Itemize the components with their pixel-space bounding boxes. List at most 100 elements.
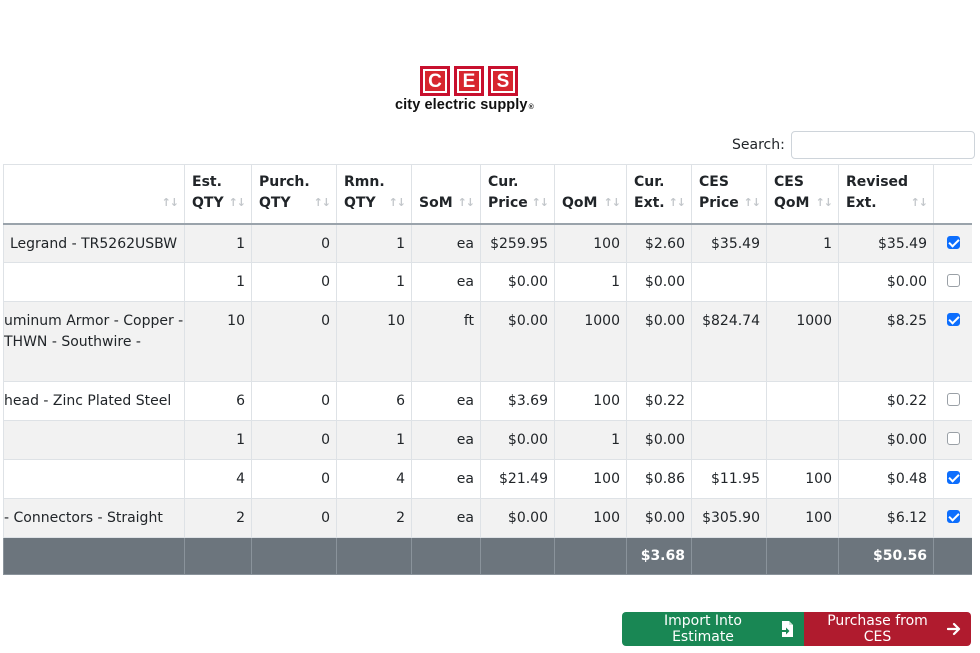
- cell-revised-ext: $6.12: [838, 498, 934, 538]
- cell-ces-qom: 100: [766, 459, 839, 499]
- row-checkbox[interactable]: [946, 235, 960, 249]
- col-header-ces-qom[interactable]: CES QoM ↑↓: [766, 164, 839, 225]
- cell-est-qty: 1: [184, 420, 252, 460]
- cell-cur-price: $21.49: [480, 459, 555, 499]
- col-header-qom[interactable]: QoM ↑↓: [554, 164, 627, 225]
- row-checkbox[interactable]: [946, 313, 960, 326]
- cell-ces-price: $11.95: [691, 459, 767, 499]
- col-header-revised-ext[interactable]: Revised Ext. ↑↓: [838, 164, 934, 225]
- cell-ces-qom: 1: [766, 223, 839, 263]
- cell-cur-ext: $0.22: [626, 381, 692, 421]
- cell-purch-qty: 0: [251, 381, 337, 421]
- cell-description: [3, 262, 185, 302]
- sort-icon[interactable]: ↑↓: [911, 192, 928, 213]
- purchase-button-label: Purchase from CES: [827, 613, 928, 645]
- cell-est-qty: 10: [184, 301, 252, 382]
- estimate-table-container: ↑↓ Est. QTY ↑↓ Purch. QTY ↑↓ Rmn. QTY ↑↓ SoM ↑↓…: [3, 164, 972, 575]
- col-header-description[interactable]: ↑↓: [3, 164, 185, 225]
- row-checkbox[interactable]: [946, 471, 960, 484]
- logo-letter-box: S: [488, 66, 518, 96]
- cell-est-qty: 4: [184, 459, 252, 499]
- col-header-rmn-qty[interactable]: Rmn. QTY ↑↓: [336, 164, 412, 225]
- cell-rmn-qty: 1: [336, 223, 412, 263]
- sort-icon[interactable]: ↑↓: [669, 192, 686, 213]
- cell-est-qty: 1: [184, 262, 252, 302]
- table-row: 1 0 1 ea $0.00 1 $0.00 $0.00: [3, 420, 972, 460]
- cell-select: [933, 498, 972, 538]
- cell-ces-price: [691, 381, 767, 421]
- cell-ces-price: $305.90: [691, 498, 767, 538]
- cell-qom: 1: [554, 420, 627, 460]
- col-header-purch-qty[interactable]: Purch. QTY ↑↓: [251, 164, 337, 225]
- total-cur-ext: $3.68: [626, 537, 692, 575]
- col-header-select: [933, 164, 972, 225]
- cell-cur-ext: $0.00: [626, 301, 692, 382]
- cell-select: [933, 262, 972, 302]
- col-header-cur-ext[interactable]: Cur. Ext. ↑↓: [626, 164, 692, 225]
- table-row: uminum Armor - Copper - THWN - Southwire…: [3, 301, 972, 382]
- cell-qom: 100: [554, 498, 627, 538]
- cell-ces-qom: 100: [766, 498, 839, 538]
- row-checkbox[interactable]: [946, 432, 960, 445]
- row-checkbox[interactable]: [946, 510, 960, 523]
- table-row: 4 0 4 ea $21.49 100 $0.86 $11.95 100 $0.…: [3, 459, 972, 499]
- cell-som: ft: [411, 301, 481, 382]
- import-button-label: Import Into Estimate: [664, 613, 742, 645]
- table-row: head - Zinc Plated Steel 6 0 6 ea $3.69 …: [3, 381, 972, 421]
- col-header-est-qty[interactable]: Est. QTY ↑↓: [184, 164, 252, 225]
- estimate-table: ↑↓ Est. QTY ↑↓ Purch. QTY ↑↓ Rmn. QTY ↑↓ SoM ↑↓…: [3, 164, 972, 575]
- cell-description: uminum Armor - Copper - THWN - Southwire…: [3, 301, 185, 382]
- cell-cur-price: $0.00: [480, 498, 555, 538]
- table-row: - Connectors - Straight 2 0 2 ea $0.00 1…: [3, 498, 972, 538]
- cell-description: head - Zinc Plated Steel: [3, 381, 185, 421]
- cell-ces-qom: [766, 381, 839, 421]
- sort-icon[interactable]: ↑↓: [162, 192, 179, 213]
- sort-icon[interactable]: ↑↓: [532, 192, 549, 213]
- cell-cur-ext: $2.60: [626, 223, 692, 263]
- logo-tagline: city electric supply®: [395, 97, 534, 113]
- sort-icon[interactable]: ↑↓: [229, 192, 246, 213]
- purchase-from-ces-button[interactable]: Purchase from CES: [804, 612, 971, 646]
- cell-revised-ext: $0.00: [838, 420, 934, 460]
- sort-icon[interactable]: ↑↓: [816, 192, 833, 213]
- row-checkbox[interactable]: [946, 393, 960, 406]
- cell-est-qty: 6: [184, 381, 252, 421]
- cell-rmn-qty: 1: [336, 420, 412, 460]
- cell-select: [933, 459, 972, 499]
- sort-icon[interactable]: ↑↓: [604, 192, 621, 213]
- cell-select: [933, 381, 972, 421]
- header-row: ↑↓ Est. QTY ↑↓ Purch. QTY ↑↓ Rmn. QTY ↑↓ SoM ↑↓…: [3, 164, 972, 225]
- search-input[interactable]: [790, 131, 975, 159]
- sort-icon[interactable]: ↑↓: [744, 192, 761, 213]
- cell-select: [933, 223, 972, 263]
- sort-icon[interactable]: ↑↓: [458, 192, 475, 213]
- cell-ces-qom: 1000: [766, 301, 839, 382]
- cell-revised-ext: $0.22: [838, 381, 934, 421]
- cell-est-qty: 1: [184, 223, 252, 263]
- registered-mark: ®: [528, 104, 534, 111]
- cell-som: ea: [411, 420, 481, 460]
- total-cell-empty: [3, 537, 185, 575]
- sort-icon[interactable]: ↑↓: [314, 192, 331, 213]
- cell-purch-qty: 0: [251, 262, 337, 302]
- cell-rmn-qty: 4: [336, 459, 412, 499]
- sort-icon[interactable]: ↑↓: [389, 192, 406, 213]
- row-checkbox[interactable]: [946, 274, 960, 287]
- arrow-right-icon: [947, 622, 961, 636]
- col-header-cur-price[interactable]: Cur. Price ↑↓: [480, 164, 555, 225]
- total-cell-empty: [554, 537, 627, 575]
- cell-description: - Connectors - Straight: [3, 498, 185, 538]
- cell-som: ea: [411, 262, 481, 302]
- logo-letter-box: C: [420, 66, 450, 96]
- cell-rmn-qty: 10: [336, 301, 412, 382]
- file-import-icon: [780, 621, 794, 637]
- cell-som: ea: [411, 223, 481, 263]
- search-label: Search:: [732, 137, 785, 153]
- cell-ces-price: [691, 420, 767, 460]
- cell-select: [933, 420, 972, 460]
- col-header-ces-price[interactable]: CES Price ↑↓: [691, 164, 767, 225]
- import-into-estimate-button[interactable]: Import Into Estimate: [622, 612, 804, 646]
- cell-purch-qty: 0: [251, 301, 337, 382]
- col-header-som[interactable]: SoM ↑↓: [411, 164, 481, 225]
- logo-letter-boxes: C E S: [420, 66, 518, 96]
